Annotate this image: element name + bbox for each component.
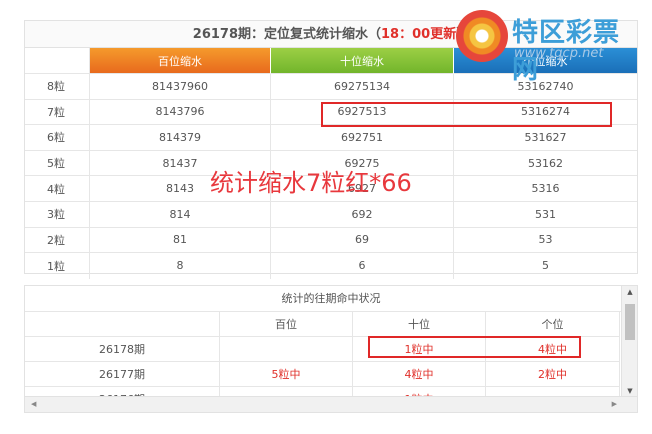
highlight-box-7 — [321, 102, 612, 127]
history-header-shi: 十位 — [353, 312, 486, 337]
header-corner — [25, 48, 90, 74]
shi-value: 69 — [271, 227, 454, 254]
site-logo: 特区彩票网 www.tqcp.net — [456, 8, 646, 85]
history-bai: 5粒中 — [220, 362, 353, 387]
ge-value: 531 — [454, 202, 637, 228]
history-bai — [220, 337, 353, 362]
scroll-right-icon[interactable]: ▶ — [612, 400, 617, 408]
row-label: 1粒 — [25, 253, 90, 279]
title-text: 26178期：定位复式统计缩水（ — [192, 27, 382, 42]
bai-value: 814379 — [90, 125, 271, 151]
bai-value: 81437960 — [90, 74, 271, 100]
scroll-thumb[interactable] — [625, 304, 635, 340]
ge-value: 53 — [454, 228, 637, 254]
bai-value: 814 — [90, 201, 271, 228]
scroll-up-icon[interactable]: ▲ — [625, 288, 635, 296]
table-row: 1粒 8 6 5 — [25, 253, 637, 279]
shi-value: 6 — [271, 253, 454, 279]
history-period: 26177期 — [25, 362, 220, 387]
shi-value: 692751 — [271, 125, 454, 151]
bai-value: 8143796 — [90, 99, 271, 126]
history-header-bai: 百位 — [220, 312, 353, 337]
scroll-left-icon[interactable]: ◀ — [31, 400, 36, 408]
table-row: 2粒 81 69 53 — [25, 227, 637, 254]
shi-value: 69275134 — [271, 74, 454, 100]
annotation-text: 统计缩水7粒红*66 — [210, 169, 412, 197]
row-label: 4粒 — [25, 176, 90, 202]
swirl-logo-icon — [456, 10, 508, 62]
table-row: 3粒 814 692 531 — [25, 201, 637, 228]
ge-value: 531627 — [454, 125, 637, 151]
logo-url: www.tqcp.net — [514, 46, 604, 61]
header-shi: 十位缩水 — [271, 48, 454, 74]
table-row: 6粒 814379 692751 531627 — [25, 125, 637, 151]
history-header-period — [25, 312, 220, 337]
history-ge: 2粒中 — [486, 362, 620, 387]
scroll-down-icon[interactable]: ▼ — [625, 387, 635, 395]
bai-value: 81 — [90, 227, 271, 254]
horizontal-scrollbar[interactable]: ◀ ▶ — [25, 396, 637, 412]
vertical-scrollbar[interactable]: ▲ ▼ — [621, 286, 637, 397]
history-shi: 4粒中 — [353, 362, 486, 387]
row-label: 6粒 — [25, 125, 90, 151]
history-header-ge: 个位 — [486, 312, 620, 337]
row-label: 7粒 — [25, 99, 90, 126]
history-period: 26178期 — [25, 337, 220, 362]
header-bai: 百位缩水 — [90, 48, 271, 74]
history-title: 统计的往期命中状况 — [25, 286, 637, 312]
ge-value: 5 — [542, 259, 549, 273]
ge-value: 53162 — [454, 151, 637, 177]
row-label: 2粒 — [25, 227, 90, 254]
update-time: 18：00更新 — [381, 27, 457, 42]
cropped-top-text — [28, 0, 328, 6]
row-label: 8粒 — [25, 74, 90, 100]
ge-value: 5316 — [454, 176, 637, 202]
history-row: 26177期 5粒中 4粒中 2粒中 — [25, 362, 637, 387]
history-header-row: 百位 十位 个位 — [25, 312, 637, 337]
row-label: 3粒 — [25, 201, 90, 228]
highlight-box-hits — [368, 336, 581, 358]
shi-value: 692 — [271, 201, 454, 228]
row-label: 5粒 — [25, 150, 90, 177]
bai-value: 8 — [90, 253, 271, 279]
